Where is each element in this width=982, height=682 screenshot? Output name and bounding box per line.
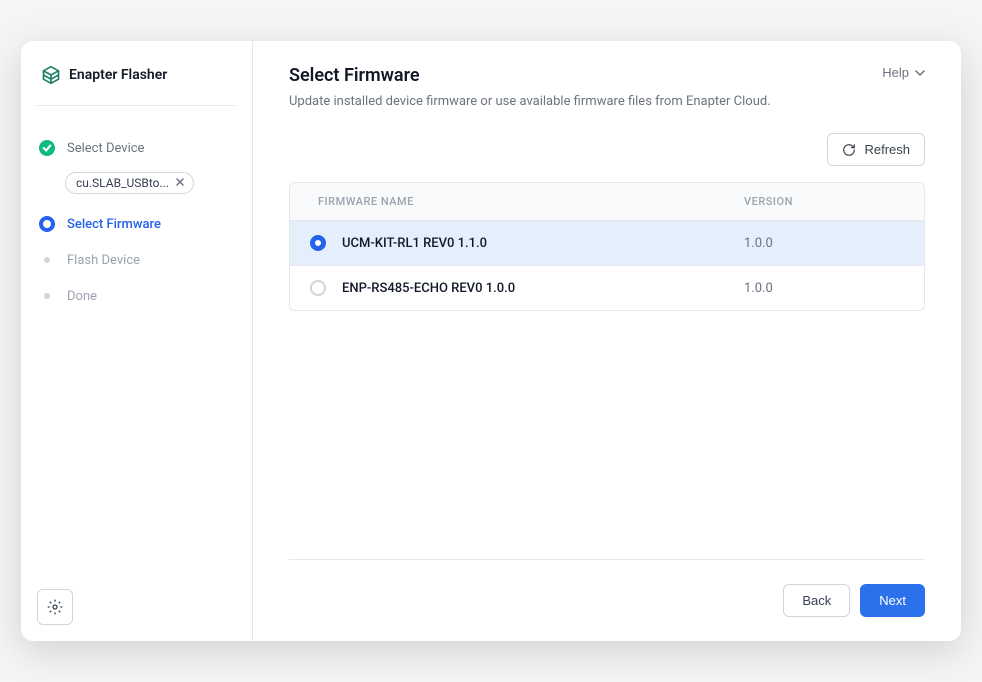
- sidebar-footer: [37, 577, 236, 625]
- page-title: Select Firmware: [289, 65, 420, 86]
- wizard-steps: Select Device cu.SLAB_USBto... Select Fi…: [37, 106, 236, 577]
- main-footer: Back Next: [289, 559, 925, 617]
- step-done: Done: [37, 282, 236, 310]
- refresh-button[interactable]: Refresh: [827, 133, 925, 166]
- firmware-table: FIRMWARE NAME VERSION UCM-KIT-RL1 REV0 1…: [289, 182, 925, 311]
- step-select-device[interactable]: Select Device: [37, 134, 236, 162]
- settings-button[interactable]: [37, 589, 73, 625]
- step-select-firmware[interactable]: Select Firmware: [37, 210, 236, 238]
- refresh-label: Refresh: [864, 142, 910, 157]
- check-icon: [39, 140, 55, 156]
- chevron-down-icon: [915, 70, 925, 76]
- step-label: Done: [67, 289, 97, 304]
- table-row[interactable]: ENP-RS485-ECHO REV0 1.0.0 1.0.0: [290, 265, 924, 310]
- enapter-logo-icon: [41, 65, 61, 85]
- table-row[interactable]: UCM-KIT-RL1 REV0 1.1.0 1.0.0: [290, 220, 924, 265]
- radio-unchecked-icon[interactable]: [310, 280, 326, 296]
- help-button[interactable]: Help: [882, 65, 925, 80]
- column-header-version: VERSION: [744, 195, 904, 208]
- app-logo: Enapter Flasher: [37, 65, 236, 106]
- page-subtitle: Update installed device firmware or use …: [289, 94, 925, 109]
- firmware-version: 1.0.0: [744, 281, 904, 296]
- firmware-name: ENP-RS485-ECHO REV0 1.0.0: [342, 281, 744, 296]
- step-label: Select Firmware: [67, 217, 161, 232]
- dot-icon: [39, 252, 55, 268]
- radio-checked-icon[interactable]: [310, 235, 326, 251]
- firmware-version: 1.0.0: [744, 236, 904, 251]
- close-icon[interactable]: [175, 177, 185, 190]
- back-button[interactable]: Back: [783, 584, 850, 617]
- toolbar: Refresh: [289, 133, 925, 166]
- next-button[interactable]: Next: [860, 584, 925, 617]
- table-header: FIRMWARE NAME VERSION: [290, 183, 924, 220]
- step-label: Flash Device: [67, 253, 140, 268]
- device-chip-text: cu.SLAB_USBto...: [76, 176, 169, 190]
- radio-active-icon: [39, 216, 55, 232]
- step-label: Select Device: [67, 141, 144, 156]
- sidebar: Enapter Flasher Select Device cu.SLAB_US…: [21, 41, 253, 641]
- refresh-icon: [842, 143, 856, 157]
- column-header-name: FIRMWARE NAME: [310, 195, 744, 208]
- gear-icon: [47, 599, 63, 615]
- help-label: Help: [882, 65, 909, 80]
- main-content: Select Firmware Help Update installed de…: [253, 41, 961, 641]
- device-chip[interactable]: cu.SLAB_USBto...: [65, 172, 194, 194]
- main-header: Select Firmware Help: [289, 65, 925, 86]
- step-flash-device: Flash Device: [37, 246, 236, 274]
- app-window: Enapter Flasher Select Device cu.SLAB_US…: [21, 41, 961, 641]
- firmware-name: UCM-KIT-RL1 REV0 1.1.0: [342, 236, 744, 251]
- dot-icon: [39, 288, 55, 304]
- app-name: Enapter Flasher: [69, 67, 167, 83]
